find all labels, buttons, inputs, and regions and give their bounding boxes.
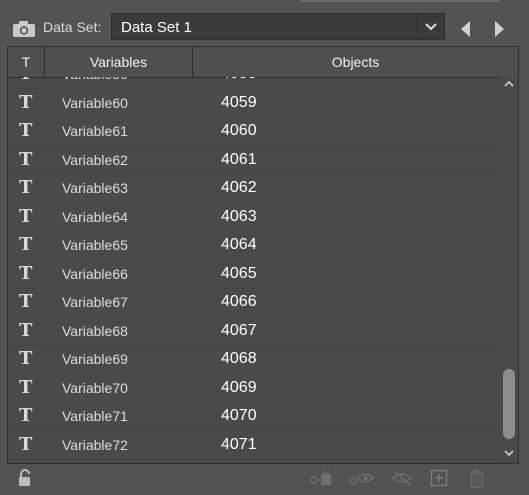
panel-tab-edge	[300, 0, 500, 2]
vertical-scrollbar[interactable]	[500, 77, 518, 463]
text-type-icon: T	[19, 177, 33, 198]
table-row[interactable]: T Variable66 4065	[8, 261, 500, 289]
chevron-down-icon	[425, 23, 437, 31]
text-type-icon: T	[19, 91, 33, 113]
dataset-label: Data Set:	[43, 19, 102, 35]
object-value: 4069	[221, 378, 257, 396]
camera-icon[interactable]	[12, 20, 36, 38]
variable-name: Variable59	[62, 77, 128, 82]
column-header-variables[interactable]: Variables	[45, 47, 193, 77]
variable-name: Variable72	[62, 436, 128, 453]
dataset-select[interactable]: Data Set 1	[111, 13, 445, 40]
object-value: 4063	[221, 207, 257, 225]
text-type-icon: T	[19, 433, 33, 455]
object-value: 4062	[221, 179, 257, 196]
object-value: 4060	[221, 122, 257, 139]
variable-name: Variable61	[62, 123, 128, 139]
text-type-icon: T	[19, 77, 32, 84]
variable-name: Variable62	[62, 151, 128, 168]
scroll-up-icon[interactable]	[504, 80, 514, 88]
table-row[interactable]: T Variable67 4066	[8, 289, 500, 317]
triangle-right-icon[interactable]	[491, 19, 507, 39]
variable-name: Variable68	[62, 322, 128, 339]
variable-name: Variable60	[62, 94, 128, 111]
trash-icon[interactable]	[468, 468, 486, 488]
text-type-icon: T	[19, 148, 33, 170]
text-type-icon: T	[19, 319, 33, 341]
variable-name: Variable66	[62, 265, 128, 282]
table-row[interactable]: T Variable59 4058	[8, 77, 500, 89]
text-type-icon: T	[19, 205, 33, 227]
variable-name: Variable65	[62, 237, 128, 253]
column-header-type[interactable]: T	[8, 47, 45, 77]
object-value: 4070	[221, 407, 257, 424]
text-type-icon: T	[19, 291, 33, 312]
object-value: 4064	[221, 236, 257, 253]
apply-variables-icon[interactable]	[307, 468, 335, 488]
object-value: 4059	[221, 93, 257, 111]
text-type-icon: T	[19, 262, 33, 284]
table-row[interactable]: T Variable64 4063	[8, 204, 500, 232]
dataset-header: Data Set: Data Set 1	[0, 8, 529, 46]
unlink-icon[interactable]	[390, 468, 414, 488]
table-row[interactable]: T Variable60 4059	[8, 90, 500, 118]
triangle-left-icon[interactable]	[458, 19, 474, 39]
text-type-icon: T	[19, 348, 33, 369]
panel-footer	[0, 464, 529, 495]
table-row[interactable]: T Variable70 4069	[8, 375, 500, 403]
object-value: 4061	[221, 150, 257, 168]
table-row[interactable]: T Variable71 4070	[8, 403, 500, 431]
text-type-icon: T	[19, 376, 33, 398]
variable-name: Variable64	[62, 208, 128, 225]
variable-name: Variable71	[62, 408, 128, 424]
scroll-down-icon[interactable]	[504, 449, 514, 457]
table-body: T Variable59 4058 T Variable60 4059 T Variable6…	[8, 77, 500, 463]
object-value: 4058	[221, 77, 257, 83]
table-row[interactable]: T Variable68 4067	[8, 318, 500, 346]
text-type-icon: T	[19, 405, 33, 426]
table-row[interactable]: T Variable65 4064	[8, 232, 500, 260]
scroll-thumb[interactable]	[503, 369, 515, 439]
variable-name: Variable63	[62, 180, 128, 196]
dataset-select-value: Data Set 1	[121, 19, 192, 36]
table-row[interactable]: T Variable61 4060	[8, 118, 500, 146]
column-header-objects[interactable]: Objects	[193, 47, 518, 77]
variables-table: T Variables Objects TVariable594058TVari…	[7, 46, 519, 464]
object-value: 4068	[221, 350, 257, 367]
variable-name: Variable70	[62, 379, 128, 396]
text-type-icon: T	[19, 120, 33, 141]
text-type-icon: T	[19, 234, 33, 255]
table-row[interactable]: T Variable69 4068	[8, 346, 500, 374]
visibility-icon[interactable]	[347, 468, 375, 488]
table-row[interactable]: T Variable72 4071	[8, 432, 500, 460]
table-row[interactable]: T Variable63 4062	[8, 175, 500, 203]
variable-name: Variable69	[62, 351, 128, 367]
add-icon[interactable]	[430, 468, 448, 488]
table-row[interactable]: T Variable62 4061	[8, 147, 500, 175]
lock-icon[interactable]	[16, 468, 34, 488]
object-value: 4071	[221, 435, 257, 453]
object-value: 4065	[221, 264, 257, 282]
variable-name: Variable67	[62, 294, 128, 310]
object-value: 4067	[221, 321, 257, 339]
table-header: T Variables Objects	[8, 47, 518, 78]
dataset-dropdown-button[interactable]	[417, 14, 444, 39]
object-value: 4066	[221, 293, 257, 310]
